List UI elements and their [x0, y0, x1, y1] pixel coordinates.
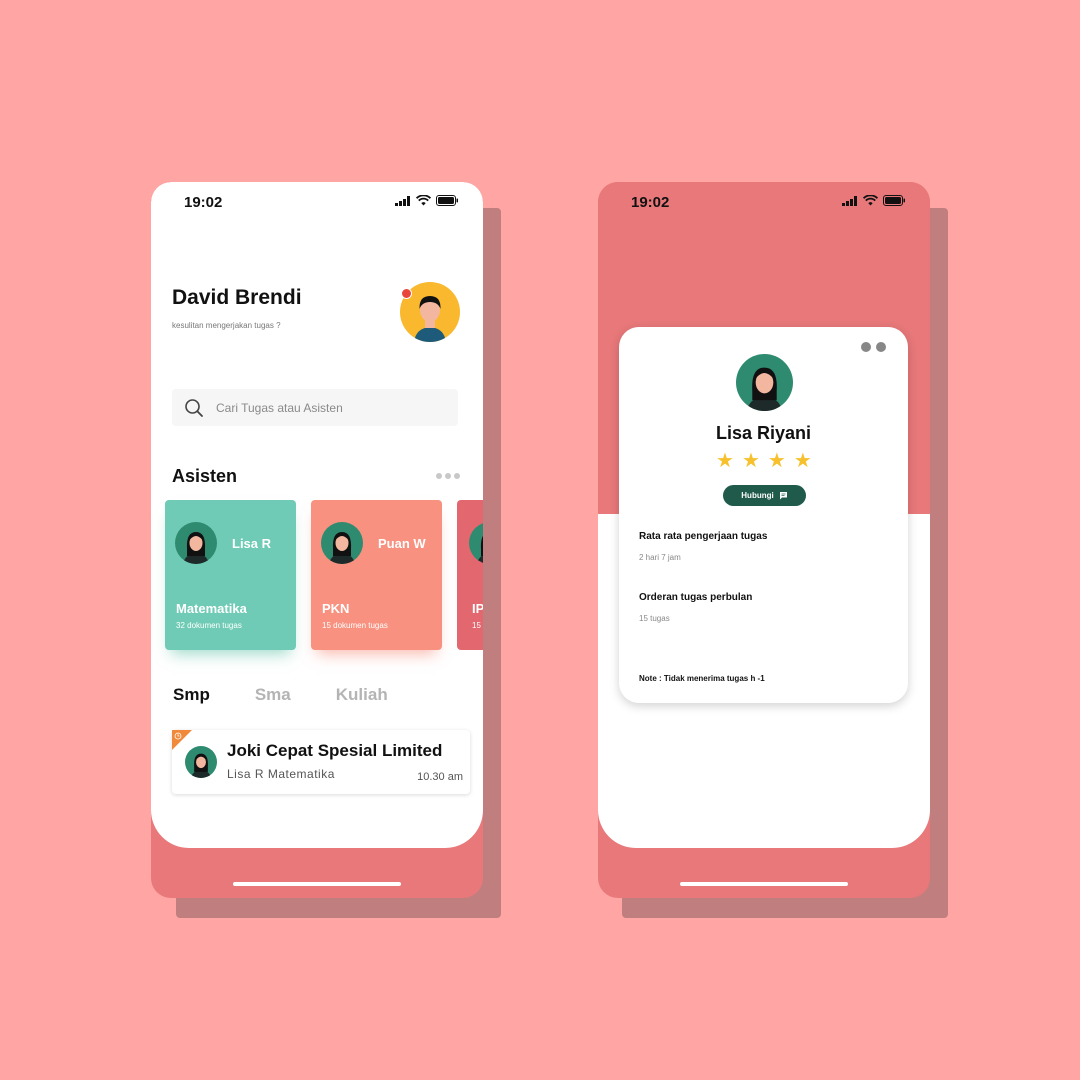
- woman-avatar-icon: [746, 367, 783, 411]
- search-icon: [185, 399, 203, 417]
- assistant-subject: IP: [472, 601, 483, 616]
- task-time: 10.30 am: [417, 771, 463, 783]
- assistant-avatar: [175, 522, 217, 564]
- contact-button-label: Hubungi: [741, 491, 774, 500]
- assistant-name: Puan W: [378, 536, 426, 551]
- tab-sma[interactable]: Sma: [255, 685, 291, 705]
- phone1: 19:02 David Brendi kesulitan mengerjakan…: [151, 182, 483, 898]
- woman-avatar-icon: [191, 753, 211, 778]
- star-icon: ★: [793, 450, 812, 472]
- assistant-card[interactable]: IP 15: [457, 500, 483, 650]
- task-avatar: [185, 746, 217, 778]
- tab-smp[interactable]: Smp: [173, 685, 210, 705]
- assistants-title: Asisten: [172, 466, 238, 486]
- status-bar: 19:02: [598, 182, 930, 222]
- assistant-subject: PKN: [322, 601, 350, 616]
- phone2: 19:02 Lisa Riyani ★ ★ ★ ★ Hubungi Rata r…: [598, 182, 930, 898]
- task-item[interactable]: Joki Cepat Spesial Limited Lisa R Matema…: [172, 730, 470, 794]
- phone1-screen: 19:02 David Brendi kesulitan mengerjakan…: [151, 182, 483, 848]
- battery-icon: [883, 195, 905, 206]
- stat-label: Rata rata pengerjaan tugas: [639, 531, 768, 542]
- assistant-docs: 15: [472, 621, 481, 630]
- wifi-icon: [863, 195, 878, 206]
- assistant-avatar: [321, 522, 363, 564]
- assistant-card[interactable]: Puan W PKN 15 dokumen tugas: [311, 500, 442, 650]
- woman-avatar-icon: [183, 532, 209, 564]
- greeting-subtitle: kesulitan mengerjakan tugas ?: [172, 321, 281, 330]
- assistant-name: Lisa R: [232, 536, 272, 551]
- profile-name: Lisa Riyani: [715, 423, 812, 443]
- assistant-docs: 15 dokumen tugas: [322, 621, 388, 630]
- woman-avatar-icon: [477, 535, 483, 564]
- status-bar: 19:02: [151, 182, 483, 222]
- level-tabs: Smp Sma Kuliah: [173, 685, 433, 705]
- star-icon: ★: [716, 450, 734, 472]
- task-subtitle: Lisa R Matematika: [227, 767, 335, 781]
- stat-label: Orderan tugas perbulan: [639, 592, 753, 603]
- user-name: David Brendi: [172, 286, 302, 309]
- status-time: 19:02: [184, 194, 223, 211]
- task-title: Joki Cepat Spesial Limited: [227, 741, 443, 760]
- battery-icon: [436, 195, 458, 206]
- assistant-docs: 32 dokumen tugas: [176, 621, 242, 630]
- signal-icon: [842, 195, 857, 206]
- card-options-icon[interactable]: [861, 342, 886, 352]
- notification-dot: [401, 288, 412, 299]
- contact-button[interactable]: Hubungi: [723, 485, 806, 506]
- status-icons: [842, 195, 906, 206]
- woman-avatar-icon: [329, 532, 355, 564]
- stat-value: 15 tugas: [639, 614, 670, 623]
- clock-icon: [174, 732, 182, 740]
- assistant-subject: Matematika: [176, 601, 247, 616]
- profile-note: Note : Tidak menerima tugas h -1: [639, 674, 765, 683]
- profile-avatar: [736, 354, 793, 411]
- wifi-icon: [416, 195, 431, 206]
- home-indicator[interactable]: [680, 882, 848, 886]
- more-options-icon[interactable]: [436, 473, 460, 479]
- status-time: 19:02: [631, 194, 670, 211]
- star-icon: ★: [767, 450, 786, 472]
- search-placeholder: Cari Tugas atau Asisten: [216, 401, 343, 415]
- home-indicator[interactable]: [233, 882, 401, 886]
- tab-kuliah[interactable]: Kuliah: [336, 685, 388, 705]
- chat-icon: [779, 492, 787, 500]
- signal-icon: [395, 195, 410, 206]
- status-icons: [395, 195, 459, 206]
- search-bar[interactable]: Cari Tugas atau Asisten: [172, 389, 458, 426]
- stat-value: 2 hari 7 jam: [639, 553, 681, 562]
- rating-stars: ★ ★ ★ ★: [716, 451, 812, 471]
- profile-card: Lisa Riyani ★ ★ ★ ★ Hubungi Rata rata pe…: [619, 327, 908, 703]
- star-icon: ★: [741, 450, 760, 472]
- assistant-avatar: [469, 522, 483, 564]
- assistant-card[interactable]: Lisa R Matematika 32 dokumen tugas: [165, 500, 296, 650]
